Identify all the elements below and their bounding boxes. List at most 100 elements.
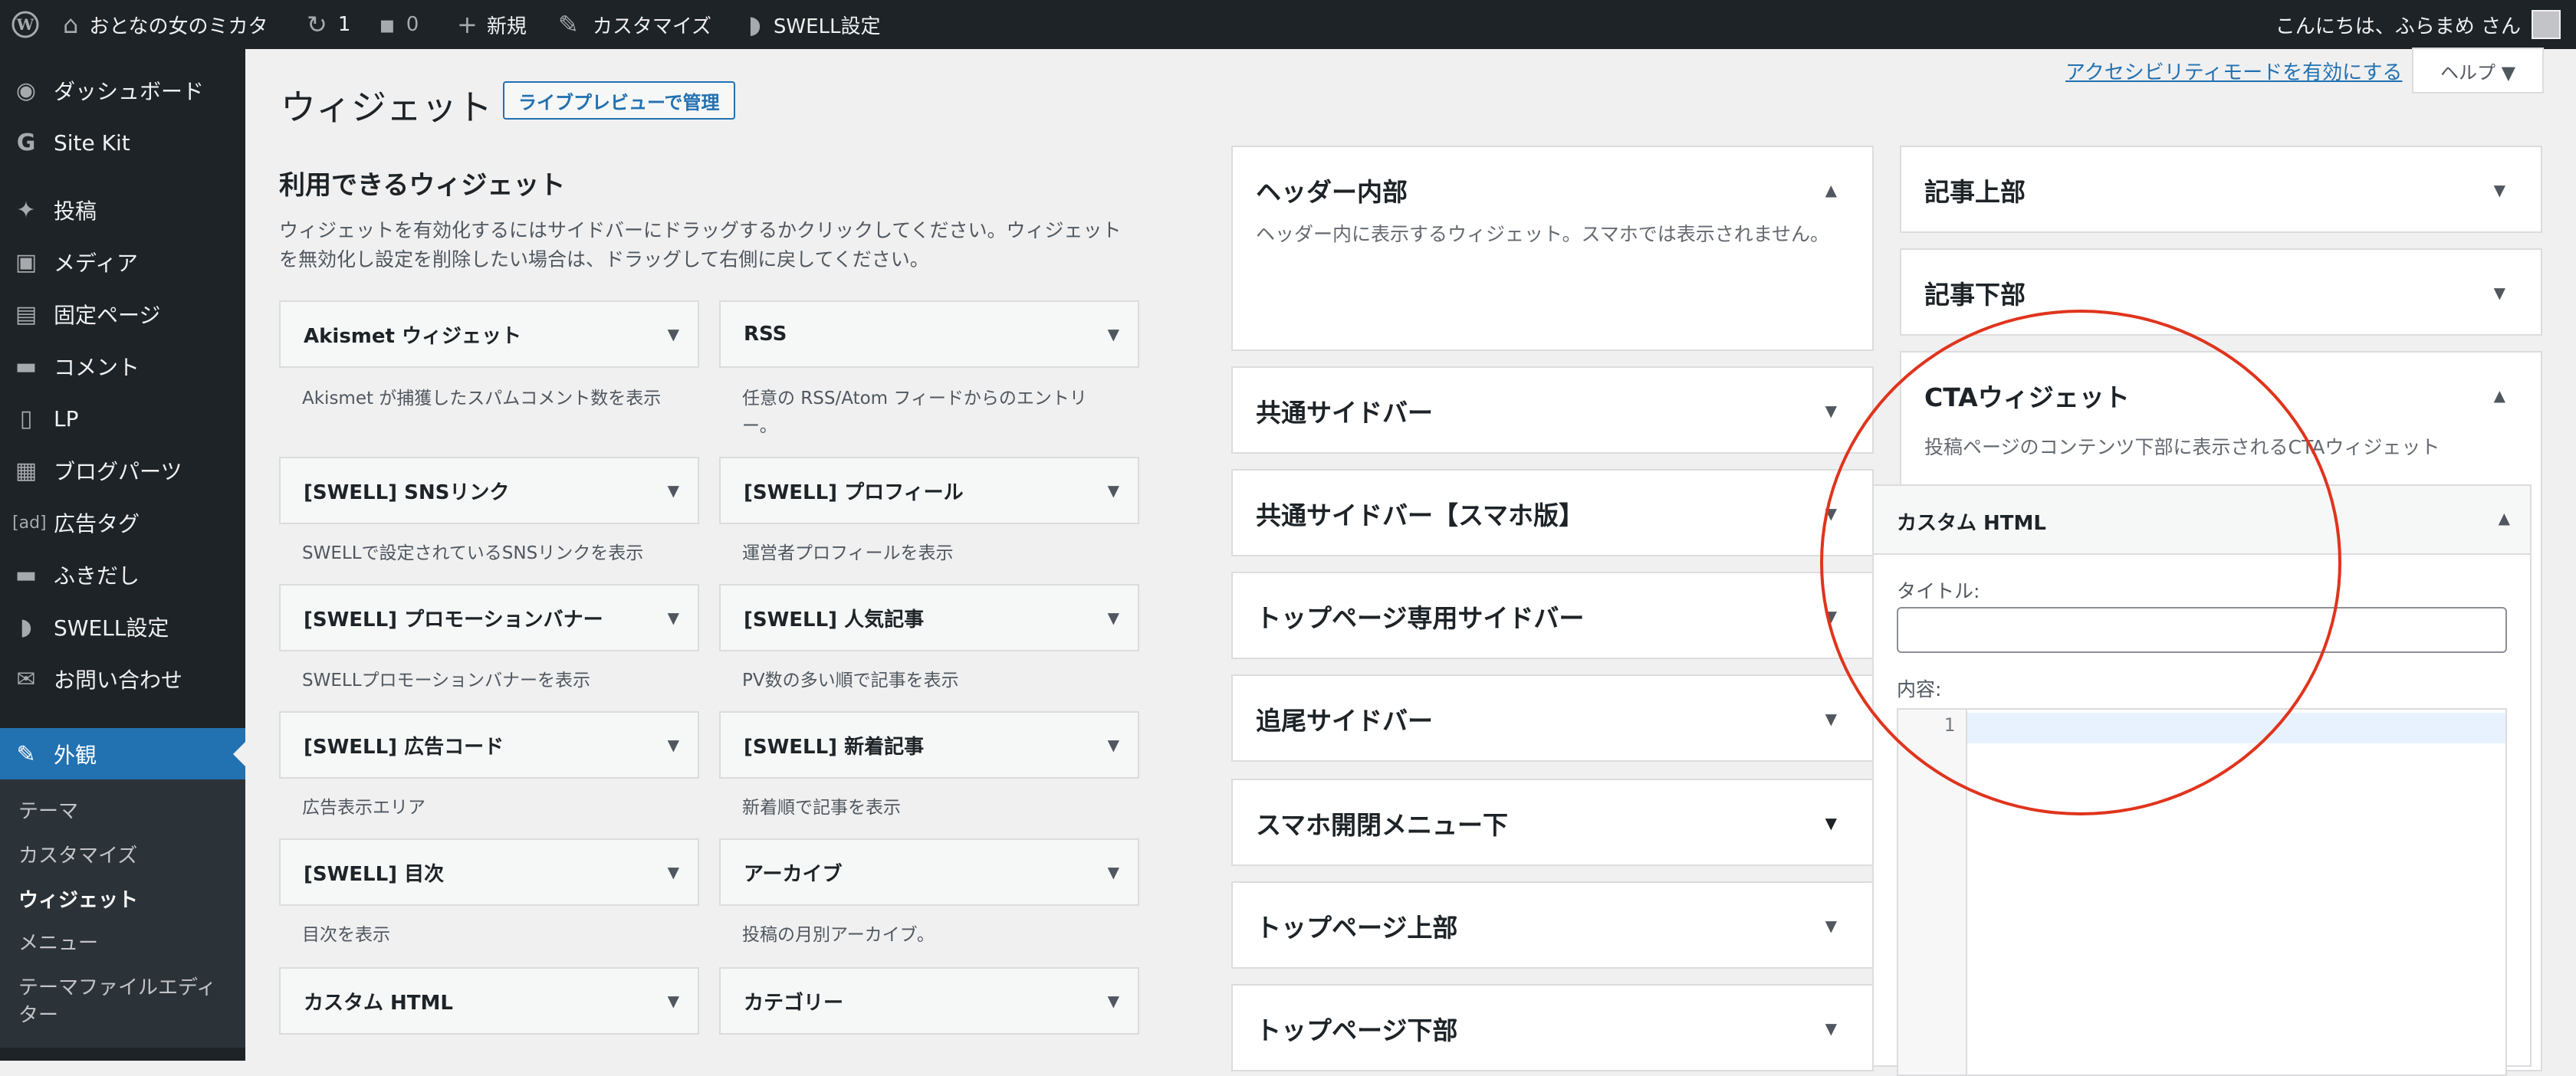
widget-akismet[interactable]: Akismet ウィジェット ▼ [279, 300, 699, 368]
customize-link[interactable]: ✎ カスタマイズ [558, 0, 711, 49]
widget-title: RSS [744, 323, 787, 346]
submenu-item-widgets[interactable]: ウィジェット [18, 887, 138, 914]
widget-desc-line: 任意の RSS/Atom フィードからのエントリ [742, 389, 1087, 408]
caret-up-icon[interactable]: ▲ [2494, 386, 2505, 405]
sidebar-area-common-mobile[interactable]: 共通サイドバー【スマホ版】 ▼ [1231, 469, 1874, 556]
custom-html-title: カスタム HTML [1897, 512, 2046, 535]
sidebar-item-comments[interactable]: ▬ コメント [0, 340, 245, 392]
caret-down-icon[interactable]: ▼ [668, 863, 679, 881]
caret-down-icon[interactable]: ▼ [1108, 736, 1119, 754]
sidebar-item-media[interactable]: ▣ メディア [0, 236, 245, 288]
sidebar-item-pages[interactable]: ▤ 固定ページ [0, 288, 245, 340]
custom-html-widget-form[interactable]: カスタム HTML ▲ タイトル: 内容: 1 [1872, 484, 2532, 1076]
caret-down-icon[interactable]: ▼ [1825, 402, 1837, 420]
sidebar-item-site-kit[interactable]: G Site Kit [0, 116, 245, 169]
caret-up-icon[interactable]: ▲ [2499, 509, 2510, 527]
widget-desc: SWELLで設定されているSNSリンクを表示 [302, 543, 644, 563]
site-name-link[interactable]: ⌂ おとなの女のミカタ [63, 0, 268, 49]
sidebar-item-label: LP [54, 405, 79, 431]
sidebar-item-lp[interactable]: ▯ LP [0, 392, 245, 445]
comments-link[interactable]: ▪ 0 [379, 0, 419, 49]
submenu-item-theme-editor[interactable]: テーマファイルエディ [18, 974, 216, 1002]
widget-swell-toc[interactable]: [SWELL] 目次 ▼ [279, 838, 699, 906]
caret-down-icon[interactable]: ▼ [1825, 917, 1837, 935]
submenu-item-menus[interactable]: メニュー [18, 930, 98, 957]
content-label: 内容: [1897, 678, 1942, 700]
caret-down-icon[interactable]: ▼ [1825, 814, 1837, 832]
help-button[interactable]: ヘルプ ▼ [2412, 48, 2544, 93]
widget-swell-profile[interactable]: [SWELL] プロフィール ▼ [719, 457, 1139, 524]
caret-down-icon[interactable]: ▼ [668, 609, 679, 627]
widget-swell-promo-banner[interactable]: [SWELL] プロモーションバナー ▼ [279, 584, 699, 651]
sidebar-item-label: メディア [54, 251, 139, 276]
custom-html-widget-header[interactable]: カスタム HTML ▲ [1874, 486, 2530, 555]
caret-down-icon[interactable]: ▼ [2494, 284, 2505, 302]
caret-up-icon[interactable]: ▲ [1825, 181, 1837, 199]
sidebar-item-swell-settings[interactable]: ◗ SWELL設定 [0, 601, 245, 653]
sidebar-item-fukidashi[interactable]: ▬ ふきだし [0, 549, 245, 601]
widget-desc: PV数の多い順で記事を表示 [742, 671, 959, 691]
wordpress-logo-icon[interactable]: W [11, 0, 40, 49]
sidebar-area-common[interactable]: 共通サイドバー ▼ [1231, 366, 1874, 454]
sidebar-area-top-page-lower[interactable]: トップページ下部 ▼ [1231, 984, 1874, 1071]
sidebar-item-ad-tag[interactable]: [ad] 広告タグ [0, 497, 245, 549]
active-line-highlight[interactable] [1967, 713, 2505, 743]
submenu-item-theme-editor-cont[interactable]: ター [18, 1002, 58, 1029]
sidebar-area-article-bottom[interactable]: 記事下部 ▼ [1900, 248, 2542, 336]
pin-icon: ✦ [16, 196, 36, 224]
grid-icon: ▦ [15, 457, 38, 484]
caret-down-icon[interactable]: ▼ [1825, 504, 1837, 523]
caret-down-icon[interactable]: ▼ [1825, 607, 1837, 625]
swell-icon: ◗ [748, 10, 761, 39]
html-code-editor[interactable]: 1 [1897, 708, 2507, 1076]
sidebar-area-sticky[interactable]: 追尾サイドバー ▼ [1231, 674, 1874, 762]
available-widgets-title: 利用できるウィジェット [279, 170, 566, 201]
widget-desc-line: ー。 [742, 416, 777, 436]
swell-settings-link[interactable]: ◗ SWELL設定 [748, 0, 880, 49]
widget-title: カテゴリー [744, 991, 844, 1015]
sidebar-area-header[interactable]: ヘッダー内部 ▲ ヘッダー内に表示するウィジェット。スマホでは表示されません。 [1231, 146, 1874, 351]
site-name: おとなの女のミカタ [89, 15, 268, 38]
caret-down-icon[interactable]: ▼ [1108, 992, 1119, 1010]
page-title: ウィジェット [281, 87, 492, 128]
submenu-item-customize[interactable]: カスタマイズ [18, 842, 137, 870]
sidebar-area-top-page[interactable]: トップページ専用サイドバー ▼ [1231, 572, 1874, 659]
widget-archives[interactable]: アーカイブ ▼ [719, 838, 1139, 906]
sidebar-area-article-top[interactable]: 記事上部 ▼ [1900, 146, 2542, 233]
submenu-item-themes[interactable]: テーマ [18, 798, 78, 825]
live-preview-button[interactable]: ライブプレビューで管理 [503, 81, 735, 120]
widget-custom-html[interactable]: カスタム HTML ▼ [279, 967, 699, 1035]
sidebar-area-top-page-upper[interactable]: トップページ上部 ▼ [1231, 881, 1874, 969]
caret-down-icon[interactable]: ▼ [1108, 481, 1119, 500]
my-account-link[interactable]: こんにちは、ふらまめ さん [2275, 0, 2561, 49]
new-content-link[interactable]: + 新規 [457, 0, 527, 49]
sidebar-item-posts[interactable]: ✦ 投稿 [0, 184, 245, 236]
caret-down-icon[interactable]: ▼ [1825, 1019, 1837, 1038]
widget-desc: Akismet が捕獲したスパムコメント数を表示 [302, 389, 662, 408]
updates-link[interactable]: ↻ 1 [307, 0, 350, 49]
caret-down-icon[interactable]: ▼ [1825, 710, 1837, 728]
caret-down-icon[interactable]: ▼ [2494, 181, 2505, 199]
widget-swell-new-posts[interactable]: [SWELL] 新着記事 ▼ [719, 711, 1139, 779]
accessibility-mode-link[interactable]: アクセシビリティモードを有効にする [2065, 57, 2402, 85]
sidebar-item-contact[interactable]: ✉ お問い合わせ [0, 653, 245, 705]
caret-down-icon[interactable]: ▼ [1108, 609, 1119, 627]
sidebar-area-mobile-menu[interactable]: スマホ開閉メニュー下 ▼ [1231, 779, 1874, 866]
widget-desc: SWELLプロモーションバナーを表示 [302, 671, 591, 691]
caret-down-icon[interactable]: ▼ [668, 325, 679, 343]
widget-swell-sns[interactable]: [SWELL] SNSリンク ▼ [279, 457, 699, 524]
caret-down-icon[interactable]: ▼ [668, 992, 679, 1010]
sidebar-item-blog-parts[interactable]: ▦ ブログパーツ [0, 445, 245, 497]
caret-down-icon[interactable]: ▼ [668, 736, 679, 754]
title-input[interactable] [1897, 607, 2507, 653]
widget-categories[interactable]: カテゴリー ▼ [719, 967, 1139, 1035]
widget-rss[interactable]: RSS ▼ [719, 300, 1139, 368]
sidebar-item-dashboard[interactable]: ◉ ダッシュボード [0, 64, 245, 116]
comment-icon: ▪ [379, 10, 396, 39]
caret-down-icon[interactable]: ▼ [1108, 863, 1119, 881]
caret-down-icon[interactable]: ▼ [668, 481, 679, 500]
sidebar-item-appearance[interactable]: ✎ 外観 [0, 728, 245, 780]
caret-down-icon[interactable]: ▼ [1108, 325, 1119, 343]
widget-swell-popular[interactable]: [SWELL] 人気記事 ▼ [719, 584, 1139, 651]
widget-swell-ad-code[interactable]: [SWELL] 広告コード ▼ [279, 711, 699, 779]
